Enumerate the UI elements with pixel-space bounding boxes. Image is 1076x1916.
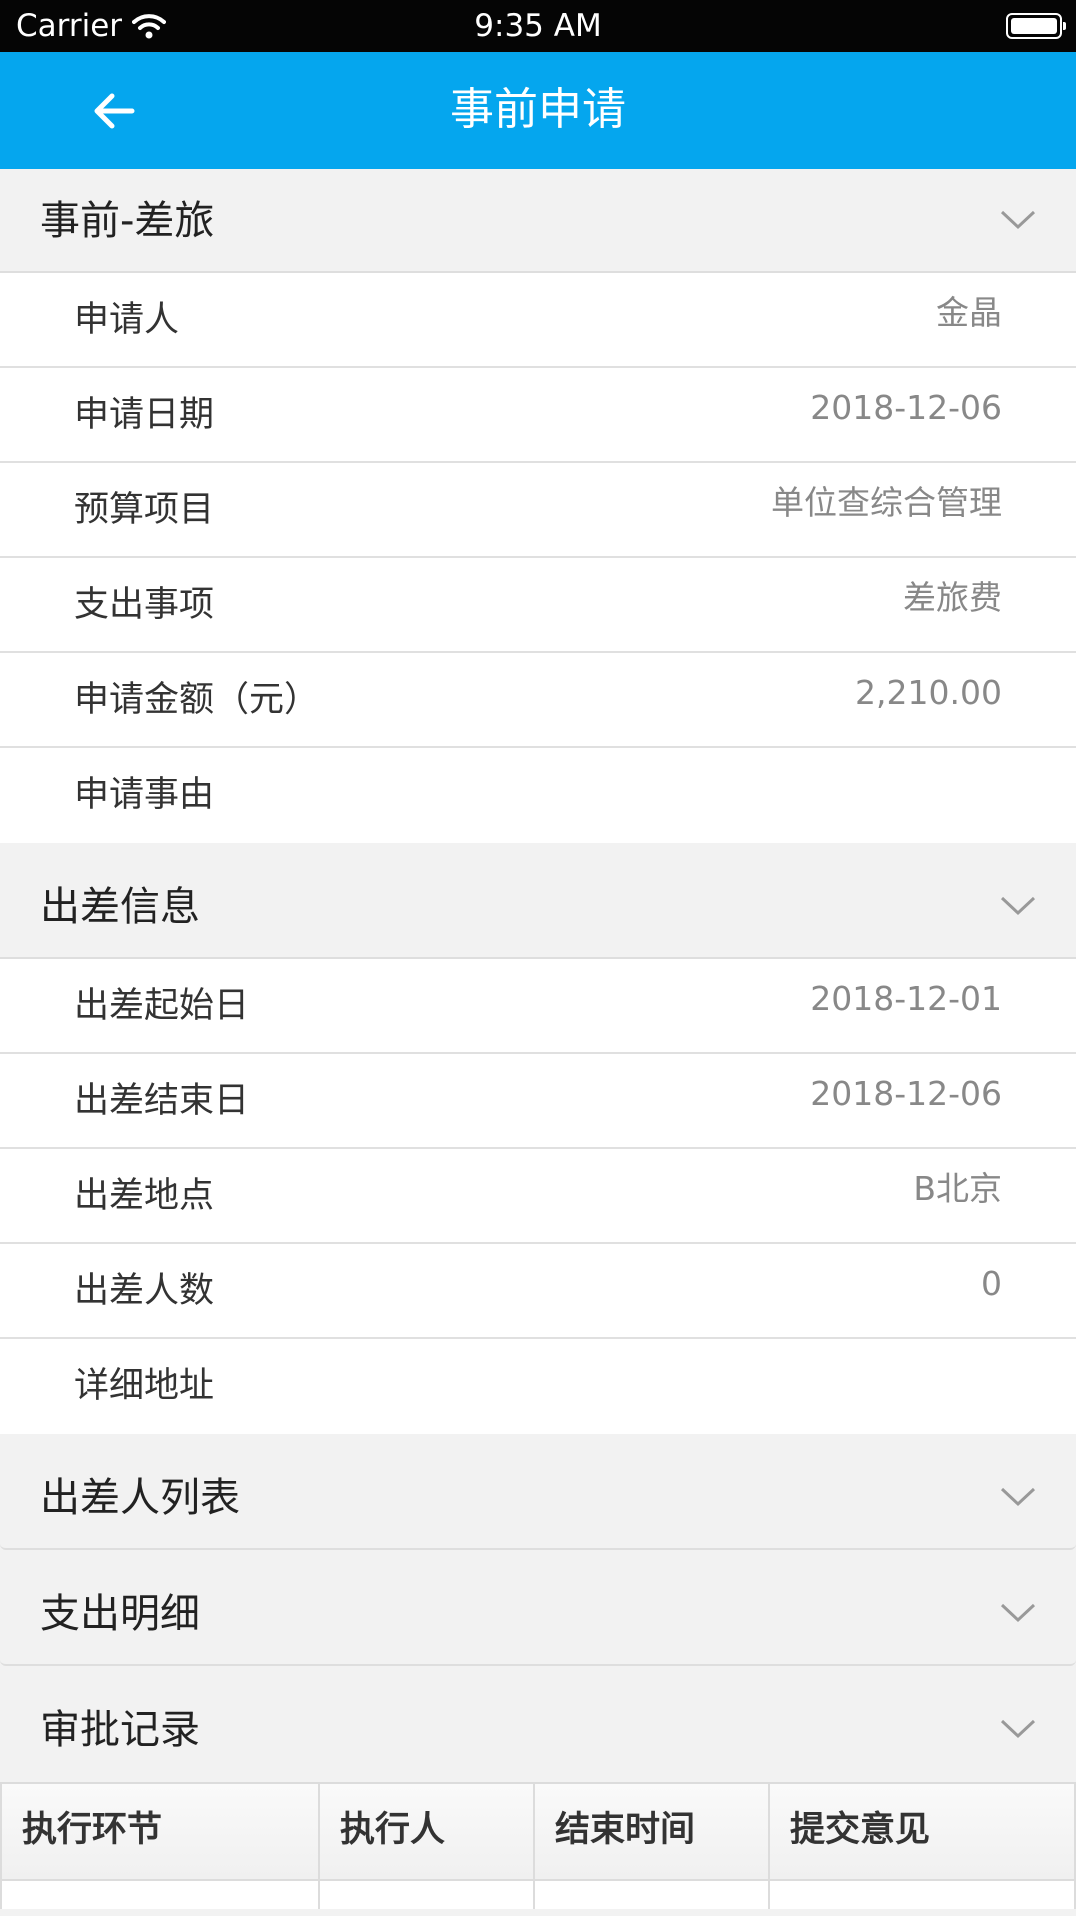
- column-header-step: 执行环节: [0, 1784, 320, 1879]
- field-label: 出差人数: [74, 1271, 215, 1311]
- section-title: 出差信息: [40, 884, 200, 930]
- field-trip-end: 出差结束日 2018-12-06: [0, 1054, 1076, 1149]
- section-title: 支出明细: [40, 1591, 200, 1637]
- field-apply-date: 申请日期 2018-12-06: [0, 368, 1076, 463]
- approval-table: 执行环节 执行人 结束时间 提交意见: [0, 1782, 1076, 1909]
- chevron-down-icon: [1000, 896, 1036, 916]
- field-label: 申请日期: [74, 395, 215, 435]
- column-header-comment: 提交意见: [770, 1784, 1076, 1879]
- section-header-approval-records[interactable]: 审批记录: [0, 1678, 1076, 1782]
- section-header-trip-info[interactable]: 出差信息: [0, 855, 1076, 959]
- section-body-pre-travel: 申请人 金晶 申请日期 2018-12-06 预算项目 单位查综合管理 支出事项…: [0, 273, 1076, 843]
- column-header-executor: 执行人: [320, 1784, 535, 1879]
- table-cell: [320, 1879, 535, 1909]
- chevron-down-icon: [1000, 210, 1036, 230]
- field-traveler-count: 出差人数 0: [0, 1244, 1076, 1339]
- section-body-trip-info: 出差起始日 2018-12-01 出差结束日 2018-12-06 出差地点 B…: [0, 959, 1076, 1434]
- field-label: 申请事由: [74, 775, 215, 815]
- field-label: 申请金额（元）: [74, 680, 320, 720]
- section-title: 出差人列表: [40, 1475, 240, 1521]
- field-value: 单位查综合管理: [771, 483, 1002, 522]
- section-title: 审批记录: [40, 1707, 200, 1753]
- field-label: 申请人: [74, 300, 180, 340]
- table-cell: [0, 1879, 320, 1909]
- chevron-down-icon: [1000, 1487, 1036, 1507]
- field-value: 0: [981, 1264, 1002, 1303]
- field-label: 出差起始日: [74, 986, 250, 1026]
- field-label: 出差结束日: [74, 1081, 250, 1121]
- field-value: 2018-12-06: [810, 1074, 1002, 1113]
- chevron-down-icon: [1000, 1603, 1036, 1623]
- table-cell: [770, 1879, 1076, 1909]
- section-header-pre-travel[interactable]: 事前-差旅: [0, 169, 1076, 273]
- field-value: 2018-12-01: [810, 979, 1002, 1018]
- field-apply-amount: 申请金额（元） 2,210.00: [0, 653, 1076, 748]
- section-header-expense-detail[interactable]: 支出明细: [0, 1562, 1076, 1666]
- field-label: 支出事项: [74, 585, 215, 625]
- field-label: 详细地址: [74, 1366, 215, 1406]
- section-header-traveler-list[interactable]: 出差人列表: [0, 1446, 1076, 1550]
- field-value: 差旅费: [903, 578, 1002, 617]
- field-value: 2,210.00: [855, 673, 1002, 712]
- field-label: 预算项目: [74, 490, 215, 530]
- field-value: 金晶: [936, 293, 1002, 332]
- page-title: 事前申请: [450, 84, 626, 135]
- battery-icon: [1006, 13, 1066, 39]
- section-title: 事前-差旅: [40, 198, 215, 244]
- status-bar: Carrier 9:35 AM: [0, 0, 1076, 52]
- field-trip-location: 出差地点 B北京: [0, 1149, 1076, 1244]
- field-value: 2018-12-06: [810, 388, 1002, 427]
- column-header-end-time: 结束时间: [535, 1784, 770, 1879]
- navigation-bar: 事前申请: [0, 52, 1076, 169]
- table-cell: [535, 1879, 770, 1909]
- field-expense-item: 支出事项 差旅费: [0, 558, 1076, 653]
- field-label: 出差地点: [74, 1176, 215, 1216]
- field-value: B北京: [913, 1169, 1002, 1208]
- field-apply-reason: 申请事由: [0, 748, 1076, 843]
- field-detail-address: 详细地址: [0, 1339, 1076, 1434]
- field-trip-start: 出差起始日 2018-12-01: [0, 959, 1076, 1054]
- chevron-down-icon: [1000, 1719, 1036, 1739]
- clock: 9:35 AM: [474, 8, 602, 44]
- field-budget-item: 预算项目 单位查综合管理: [0, 463, 1076, 558]
- field-applicant: 申请人 金晶: [0, 273, 1076, 368]
